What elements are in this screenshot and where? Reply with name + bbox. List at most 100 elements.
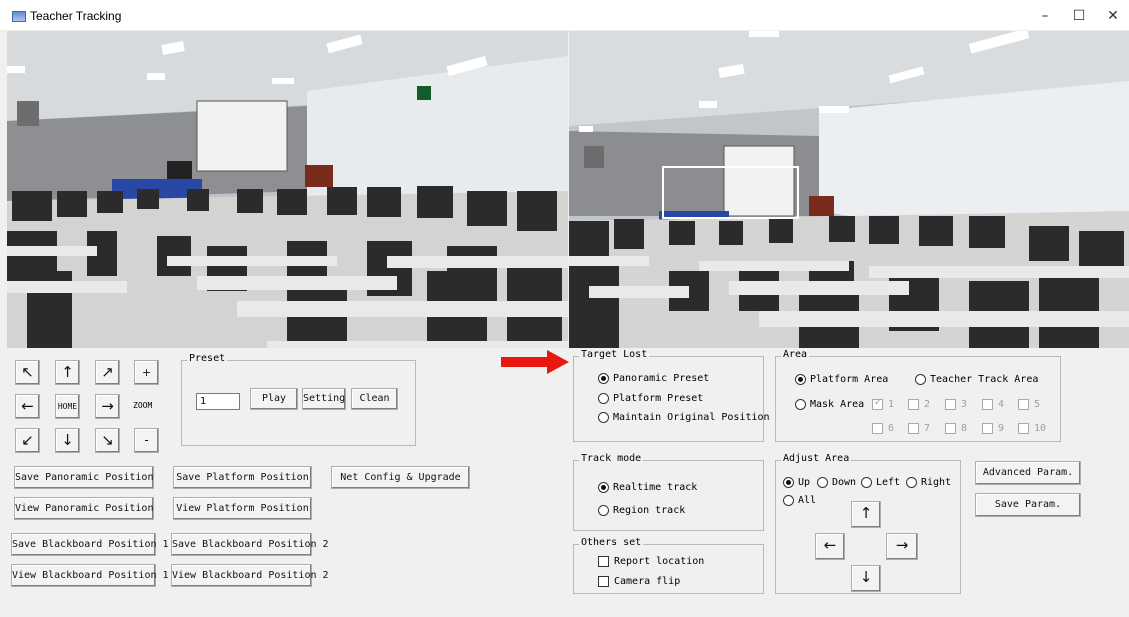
platform-area-label: Platform Area <box>810 374 889 385</box>
preset-play-button[interactable]: Play <box>250 388 298 410</box>
report-location-checkbox[interactable]: Report location <box>598 556 704 567</box>
mask-area-radio[interactable]: Mask Area <box>795 399 864 410</box>
minimize-button[interactable]: – <box>1027 2 1063 30</box>
adjust-all-radio[interactable]: All <box>783 495 816 506</box>
ptz-down-right-button[interactable]: ↘ <box>95 428 120 453</box>
checkbox-icon <box>908 399 919 410</box>
checkbox-checked-icon <box>872 397 883 410</box>
radio-selected-icon <box>598 373 609 384</box>
realtime-track-radio[interactable]: Realtime track <box>598 482 697 493</box>
tracking-region-box[interactable] <box>662 166 799 219</box>
preset-group-title: Preset <box>187 353 228 364</box>
radio-unselected-icon <box>817 477 828 488</box>
mask-checkbox-8[interactable]: 8 <box>945 423 967 434</box>
app-icon <box>12 11 26 22</box>
radio-selected-icon <box>795 374 806 385</box>
checkbox-icon <box>982 399 993 410</box>
camera-flip-label: Camera flip <box>614 576 681 587</box>
save-panoramic-position-button[interactable]: Save Panoramic Position <box>14 466 154 489</box>
checkbox-icon <box>598 576 609 587</box>
ptz-up-left-button[interactable]: ↖ <box>15 360 40 385</box>
teacher-track-area-radio[interactable]: Teacher Track Area <box>915 374 1038 385</box>
ptz-left-button[interactable]: ← <box>15 394 40 419</box>
window-title: Teacher Tracking <box>30 9 122 23</box>
red-pointer-arrow-icon <box>501 350 569 374</box>
save-platform-position-button[interactable]: Save Platform Position <box>173 466 312 489</box>
adjust-area-left-button[interactable]: ← <box>815 533 845 560</box>
adjust-left-radio[interactable]: Left <box>861 477 900 488</box>
area-title: Area <box>781 349 810 360</box>
camera-flip-checkbox[interactable]: Camera flip <box>598 576 680 587</box>
mask-checkbox-7[interactable]: 7 <box>908 423 930 434</box>
radio-unselected-icon <box>906 477 917 488</box>
target-lost-panoramic-radio[interactable]: Panoramic Preset <box>598 373 709 384</box>
mask-checkbox-2[interactable]: 2 <box>908 399 930 410</box>
checkbox-icon <box>908 423 919 434</box>
mask-checkbox-1[interactable]: 1 <box>872 397 894 410</box>
title-bar: Teacher Tracking – ☐ ✕ <box>0 0 1129 30</box>
close-button[interactable]: ✕ <box>1095 2 1129 30</box>
maximize-button[interactable]: ☐ <box>1061 2 1097 30</box>
view-blackboard-position-1-button[interactable]: View Blackboard Position 1 <box>11 564 169 587</box>
adjust-area-down-button[interactable]: ↓ <box>851 565 881 592</box>
radio-unselected-icon <box>598 412 609 423</box>
track-mode-title: Track mode <box>579 453 644 464</box>
radio-unselected-icon <box>598 505 609 516</box>
mask-area-label: Mask Area <box>810 399 865 410</box>
mask-checkbox-10[interactable]: 10 <box>1018 423 1046 434</box>
target-lost-title: Target Lost <box>579 349 650 360</box>
ptz-down-left-button[interactable]: ↙ <box>15 428 40 453</box>
save-blackboard-position-1-button[interactable]: Save Blackboard Position 1 <box>11 533 169 556</box>
radio-unselected-icon <box>783 495 794 506</box>
tracking-camera-view[interactable] <box>569 31 1129 348</box>
preset-setting-button[interactable]: Setting <box>302 388 346 410</box>
zoom-in-button[interactable]: + <box>134 360 159 385</box>
view-blackboard-position-2-button[interactable]: View Blackboard Position 2 <box>171 564 329 587</box>
platform-area-radio[interactable]: Platform Area <box>795 374 888 385</box>
radio-unselected-icon <box>915 374 926 385</box>
view-panoramic-position-button[interactable]: View Panoramic Position <box>14 497 154 520</box>
adjust-right-radio[interactable]: Right <box>906 477 951 488</box>
adjust-down-radio[interactable]: Down <box>817 477 856 488</box>
zoom-label: ZOOM <box>133 401 153 410</box>
radio-unselected-icon <box>795 399 806 410</box>
target-lost-platform-radio[interactable]: Platform Preset <box>598 393 703 404</box>
region-track-radio[interactable]: Region track <box>598 505 685 516</box>
checkbox-icon <box>945 399 956 410</box>
classroom-scene-panoramic <box>7 31 568 348</box>
adjust-area-up-button[interactable]: ↑ <box>851 501 881 528</box>
panoramic-camera-view[interactable] <box>7 31 568 348</box>
save-param-button[interactable]: Save Param. <box>975 493 1081 517</box>
net-config-upgrade-button[interactable]: Net Config & Upgrade <box>331 466 470 489</box>
others-set-title: Others set <box>579 537 644 548</box>
radio-unselected-icon <box>598 393 609 404</box>
target-lost-maintain-radio[interactable]: Maintain Original Position <box>598 412 770 423</box>
classroom-scene-tracking <box>569 31 1129 348</box>
track-mode-group: Track mode <box>573 453 764 531</box>
target-lost-platform-label: Platform Preset <box>613 393 704 404</box>
mask-checkbox-9[interactable]: 9 <box>982 423 1004 434</box>
zoom-out-button[interactable]: - <box>134 428 159 453</box>
ptz-up-right-button[interactable]: ↗ <box>95 360 120 385</box>
ptz-home-button[interactable]: HOME <box>55 394 80 419</box>
mask-checkbox-6[interactable]: 6 <box>872 423 894 434</box>
adjust-up-radio[interactable]: Up <box>783 477 810 488</box>
checkbox-icon <box>1018 399 1029 410</box>
preset-clean-button[interactable]: Clean <box>351 388 398 410</box>
mask-checkbox-3[interactable]: 3 <box>945 399 967 410</box>
radio-selected-icon <box>598 482 609 493</box>
ptz-up-button[interactable]: ↑ <box>55 360 80 385</box>
adjust-area-right-button[interactable]: → <box>886 533 918 560</box>
preset-number-input[interactable]: 1 <box>196 393 240 410</box>
ptz-down-button[interactable]: ↓ <box>55 428 80 453</box>
mask-checkbox-4[interactable]: 4 <box>982 399 1004 410</box>
mask-checkbox-5[interactable]: 5 <box>1018 399 1040 410</box>
save-blackboard-position-2-button[interactable]: Save Blackboard Position 2 <box>171 533 329 556</box>
checkbox-icon <box>982 423 993 434</box>
target-lost-maintain-label: Maintain Original Position <box>613 412 770 423</box>
region-track-label: Region track <box>613 505 686 516</box>
advanced-param-button[interactable]: Advanced Param. <box>975 461 1081 485</box>
view-platform-position-button[interactable]: View Platform Position <box>173 497 312 520</box>
adjust-area-title: Adjust Area <box>781 453 852 464</box>
ptz-right-button[interactable]: → <box>95 394 120 419</box>
